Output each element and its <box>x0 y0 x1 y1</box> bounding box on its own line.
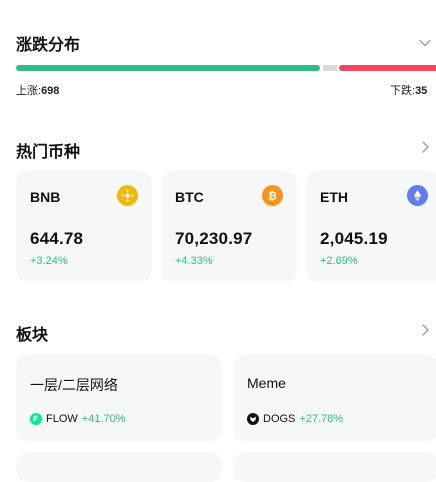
breadth-header[interactable]: 涨跌分布 <box>16 31 436 55</box>
sector-card-meme[interactable]: Meme DOGS +27.78% <box>233 355 436 441</box>
bnb-icon <box>117 185 138 206</box>
eth-icon <box>407 185 428 206</box>
sector-card-layer12[interactable]: 一层/二层网络 FLOW +41.70% <box>16 355 222 441</box>
down-count-label: 下跌:35 <box>390 85 428 97</box>
coin-card-btc[interactable]: BTC ₿ 70,230.97 +4.33% <box>161 171 297 282</box>
sector-token-change: +27.78% <box>299 413 344 425</box>
coin-card-bnb[interactable]: BNB 644.78 +3.24% <box>16 171 152 282</box>
breadth-title: 涨跌分布 <box>16 37 81 54</box>
sectors-title: 板块 <box>16 327 49 344</box>
coin-price: 644.78 <box>30 229 84 248</box>
coin-change: +3.24% <box>30 255 68 267</box>
sectors-header[interactable]: 板块 <box>16 321 436 345</box>
coin-price: 2,045.19 <box>320 229 388 248</box>
coin-symbol: BNB <box>30 189 61 205</box>
breadth-bar-up <box>16 65 320 71</box>
coin-symbol: BTC <box>175 189 204 205</box>
coin-change: +2.69% <box>320 255 358 267</box>
breadth-bar-down <box>339 65 436 71</box>
sector-token-change: +41.70% <box>81 413 126 425</box>
sector-token: DOGS <box>263 413 296 425</box>
sector-leader: FLOW +41.70% <box>30 413 126 425</box>
coin-price: 70,230.97 <box>175 229 253 248</box>
coin-card-eth[interactable]: ETH 2,045.19 +2.69% <box>306 171 436 282</box>
chevron-right-icon[interactable] <box>418 323 432 337</box>
chevron-right-icon[interactable] <box>418 140 432 154</box>
svg-text:₿: ₿ <box>268 191 277 203</box>
hot-coins-title: 热门币种 <box>16 144 81 161</box>
coin-symbol: ETH <box>320 189 348 205</box>
coin-change: +4.33% <box>175 255 213 267</box>
breadth-bar <box>16 65 436 71</box>
hot-coins-header[interactable]: 热门币种 <box>16 138 436 162</box>
sector-token: FLOW <box>46 413 78 425</box>
flow-icon <box>30 413 42 425</box>
btc-icon: ₿ <box>262 185 283 206</box>
dogs-icon <box>247 413 259 425</box>
sector-name: Meme <box>247 375 286 391</box>
chevron-down-icon[interactable] <box>418 36 432 50</box>
breadth-bar-flat <box>323 65 337 71</box>
sector-name: 一层/二层网络 <box>30 377 118 393</box>
sector-leader: DOGS +27.78% <box>247 413 343 425</box>
up-count-label: 上涨:698 <box>16 85 60 97</box>
